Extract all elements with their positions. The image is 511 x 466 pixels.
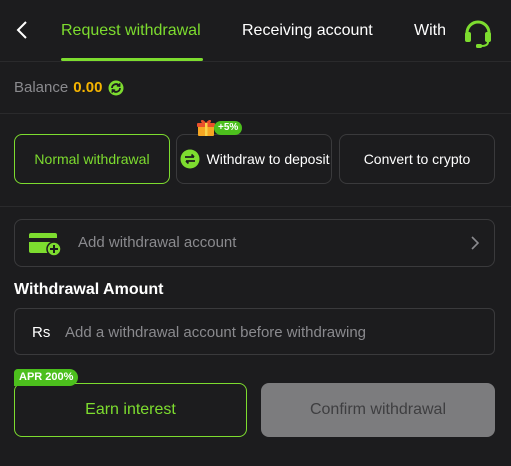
back-arrow-icon[interactable] <box>12 18 32 42</box>
header-bar: Request withdrawal Receiving account Wit… <box>0 0 511 62</box>
balance-label: Balance <box>14 79 69 96</box>
add-withdrawal-account-button[interactable]: Add withdrawal account <box>14 219 495 267</box>
gift-icon <box>196 117 216 137</box>
apr-badge: APR 200% <box>14 369 79 386</box>
chevron-right-icon <box>469 235 481 251</box>
amount-input[interactable] <box>65 317 485 347</box>
wallet-add-icon <box>28 231 62 257</box>
add-account-label: Add withdrawal account <box>78 234 237 251</box>
convert-to-crypto-button[interactable]: Convert to crypto <box>339 134 495 184</box>
amount-field: Rs <box>14 308 495 355</box>
tab-request-withdrawal[interactable]: Request withdrawal <box>61 0 201 62</box>
normal-withdrawal-button[interactable]: Normal withdrawal <box>14 134 170 184</box>
bonus-badge: +5% <box>214 121 243 135</box>
earn-interest-button[interactable]: Earn interest <box>14 383 247 437</box>
active-tab-indicator <box>61 58 203 61</box>
confirm-withdrawal-button[interactable]: Confirm withdrawal <box>261 383 495 437</box>
refresh-icon[interactable] <box>107 79 125 97</box>
balance-value: 0.00 <box>73 79 103 96</box>
tab-withdrawal-record[interactable]: With <box>414 0 446 62</box>
currency-label: Rs <box>32 324 51 341</box>
swap-icon <box>180 149 200 169</box>
balance-row: Balance 0.00 <box>0 62 511 114</box>
tab-receiving-account[interactable]: Receiving account <box>242 0 373 62</box>
headset-icon[interactable] <box>462 16 494 48</box>
amount-title: Withdrawal Amount <box>14 281 164 298</box>
